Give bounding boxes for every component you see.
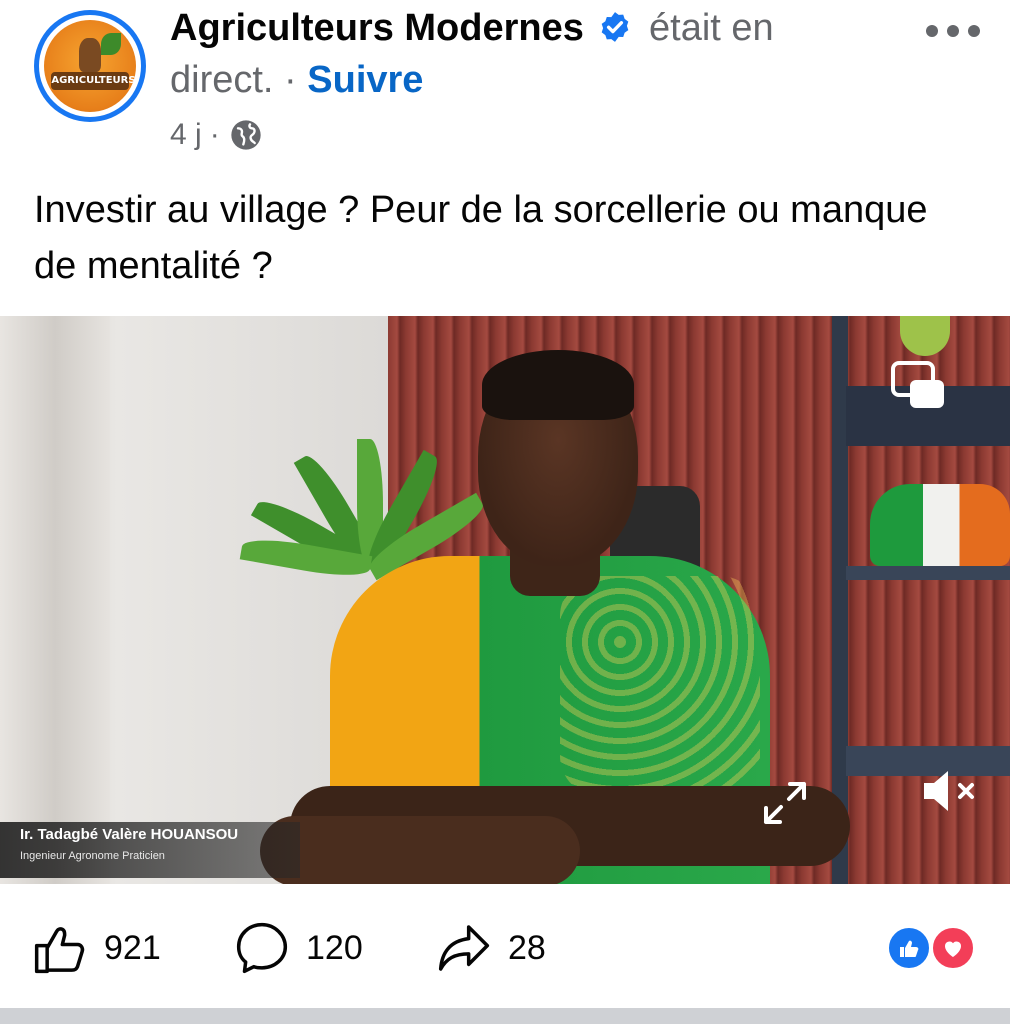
share-button[interactable]: 28 (436, 918, 546, 978)
post-text: Investir au village ? Peur de la sorcell… (34, 189, 928, 287)
video-scene-curtain (0, 316, 110, 884)
agriculteurs-logo: AGRICULTEURS (44, 20, 136, 112)
expand-icon[interactable] (760, 778, 810, 828)
more-options-icon[interactable] (926, 20, 980, 42)
video-scene-shelf (846, 566, 1010, 580)
dot-separator: · (284, 59, 297, 101)
live-status-text-2: direct. (170, 59, 274, 101)
dot (968, 25, 980, 37)
like-button[interactable]: 921 (32, 918, 161, 978)
comment-button[interactable]: 120 (234, 918, 363, 978)
comment-bubble-icon (236, 922, 288, 974)
picture-in-picture-icon[interactable] (890, 360, 946, 410)
video-scene-elephant-statue (870, 484, 1010, 566)
video-scene-person-hair (482, 350, 634, 420)
share-arrow-icon (438, 925, 490, 971)
dot (926, 25, 938, 37)
like-count: 921 (104, 928, 161, 967)
page-name[interactable]: Agriculteurs Modernes (170, 7, 584, 49)
post-action-bar: 921 120 28 (0, 900, 1010, 996)
avatar-ring: AGRICULTEURS (39, 15, 141, 117)
follow-button[interactable]: Suivre (307, 59, 423, 101)
post-header-line-2: direct. · Suivre (170, 58, 423, 102)
live-status-text: était en (649, 7, 774, 49)
page-avatar[interactable]: AGRICULTEURS (34, 10, 146, 122)
verified-badge-icon (602, 12, 629, 42)
logo-farmer-figure (78, 38, 102, 72)
reaction-summary[interactable] (886, 925, 978, 971)
video-scene-shirt-pattern (560, 576, 760, 796)
post-divider (0, 1008, 1010, 1024)
logo-palm-leaf (101, 32, 122, 55)
post-time[interactable]: 4 j (170, 118, 202, 152)
post-header-line: Agriculteurs Modernes était en (170, 6, 890, 50)
post-meta: 4 j · (170, 118, 262, 152)
comment-count: 120 (306, 928, 363, 967)
thumbs-up-icon (34, 927, 85, 974)
mute-icon[interactable] (920, 766, 980, 816)
speaker-title: Ingenieur Agronome Praticien (20, 850, 165, 862)
globe-icon (231, 120, 261, 150)
dot (947, 25, 959, 37)
love-reaction-icon (930, 925, 976, 971)
like-reaction-icon (886, 925, 932, 971)
live-video-player[interactable]: Ir. Tadagbé Valère HOUANSOU Ingenieur Ag… (0, 316, 1010, 884)
speaker-name: Ir. Tadagbé Valère HOUANSOU (20, 826, 239, 843)
video-scene-person-hand (260, 816, 580, 884)
share-count: 28 (508, 928, 546, 967)
meta-separator: · (209, 118, 220, 151)
logo-banner: AGRICULTEURS (51, 71, 136, 90)
